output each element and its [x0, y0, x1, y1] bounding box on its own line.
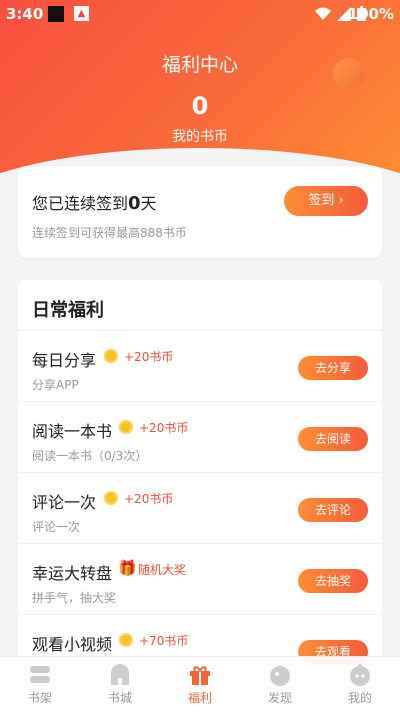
task-desc: 分享APP	[32, 378, 79, 392]
coin-icon	[119, 420, 133, 434]
coin-icon	[104, 349, 118, 363]
signin-suffix: 天	[140, 194, 157, 213]
task-name: 观看小视频	[32, 635, 113, 654]
task-name: 评论一次	[32, 493, 97, 512]
tab-store[interactable]: 书城	[80, 657, 160, 713]
task-comment: 评论一次 +20书币 评论一次 去评论	[18, 473, 382, 544]
comment-button[interactable]: 去评论	[298, 498, 368, 522]
lottery-button[interactable]: 去抽奖	[298, 569, 368, 593]
task-desc: 拼手气，抽大奖	[32, 591, 117, 605]
task-reward: +20书币	[124, 350, 174, 364]
signin-streak: 您已连续签到0天	[32, 190, 157, 214]
read-button[interactable]: 去阅读	[298, 427, 368, 451]
task-reward: 随机大奖	[138, 563, 187, 577]
page-title: 福利中心	[161, 54, 238, 76]
task-desc: 评论一次	[32, 520, 81, 534]
bottom-tab-bar: 书架 书城 福利 发现 我的	[0, 656, 400, 713]
tab-label: 书城	[107, 691, 132, 705]
task-desc: 阅读一本书（0/3次）	[32, 449, 148, 463]
tab-label: 发现	[267, 691, 292, 705]
tab-profile[interactable]: 我的	[320, 657, 400, 713]
coin-balance-label: 我的书币	[172, 129, 228, 145]
tab-label: 福利	[187, 691, 212, 705]
battery-level: 100%	[347, 5, 394, 23]
task-name: 阅读一本书	[32, 422, 113, 441]
share-button[interactable]: 去分享	[298, 356, 368, 380]
task-lucky-wheel: 幸运大转盘 🎁 随机大奖 拼手气，抽大奖 去抽奖	[18, 544, 382, 615]
task-reward: +20书币	[124, 492, 174, 506]
tab-discover[interactable]: 发现	[240, 657, 320, 713]
task-reward: +20书币	[139, 421, 189, 435]
signin-card: 您已连续签到0天 连续签到可获得最高888书币 签到 ›	[18, 166, 382, 258]
wifi-icon	[315, 7, 331, 20]
profile-icon	[350, 664, 370, 686]
task-name: 每日分享	[32, 351, 97, 370]
task-name: 幸运大转盘	[32, 564, 113, 583]
app-notification-icon: ▲	[74, 6, 89, 21]
daily-rewards-title: 日常福利	[32, 300, 104, 321]
signin-prefix: 您已连续签到	[32, 194, 129, 213]
tab-label: 我的	[347, 691, 372, 705]
gift-icon: 🎁	[118, 559, 137, 577]
tab-label: 书架	[27, 691, 52, 705]
status-time: 3:40	[6, 5, 44, 23]
tab-bookshelf[interactable]: 书架	[0, 657, 80, 713]
tab-welfare[interactable]: 福利	[160, 657, 240, 713]
gift-icon	[190, 666, 210, 685]
signin-hint: 连续签到可获得最高888书币	[32, 226, 187, 240]
coin-icon	[119, 633, 133, 647]
coin-icon	[104, 491, 118, 505]
task-read: 阅读一本书 +20书币 阅读一本书（0/3次） 去阅读	[18, 402, 382, 473]
store-icon	[111, 664, 129, 685]
status-bar: 3:40 ▲ 100%	[0, 0, 400, 28]
signin-days: 0	[128, 193, 141, 214]
bookshelf-icon	[30, 666, 50, 683]
daily-rewards-card: 日常福利 每日分享 +20书币 分享APP 去分享 阅读一本书 +20书币 阅读…	[18, 280, 382, 686]
task-reward: +70书币	[139, 634, 189, 648]
signin-button[interactable]: 签到 ›	[284, 186, 368, 216]
notification-icon	[48, 6, 64, 22]
task-share: 每日分享 +20书币 分享APP 去分享	[18, 331, 382, 402]
coin-balance: 0	[191, 92, 209, 120]
discover-icon	[270, 666, 290, 686]
